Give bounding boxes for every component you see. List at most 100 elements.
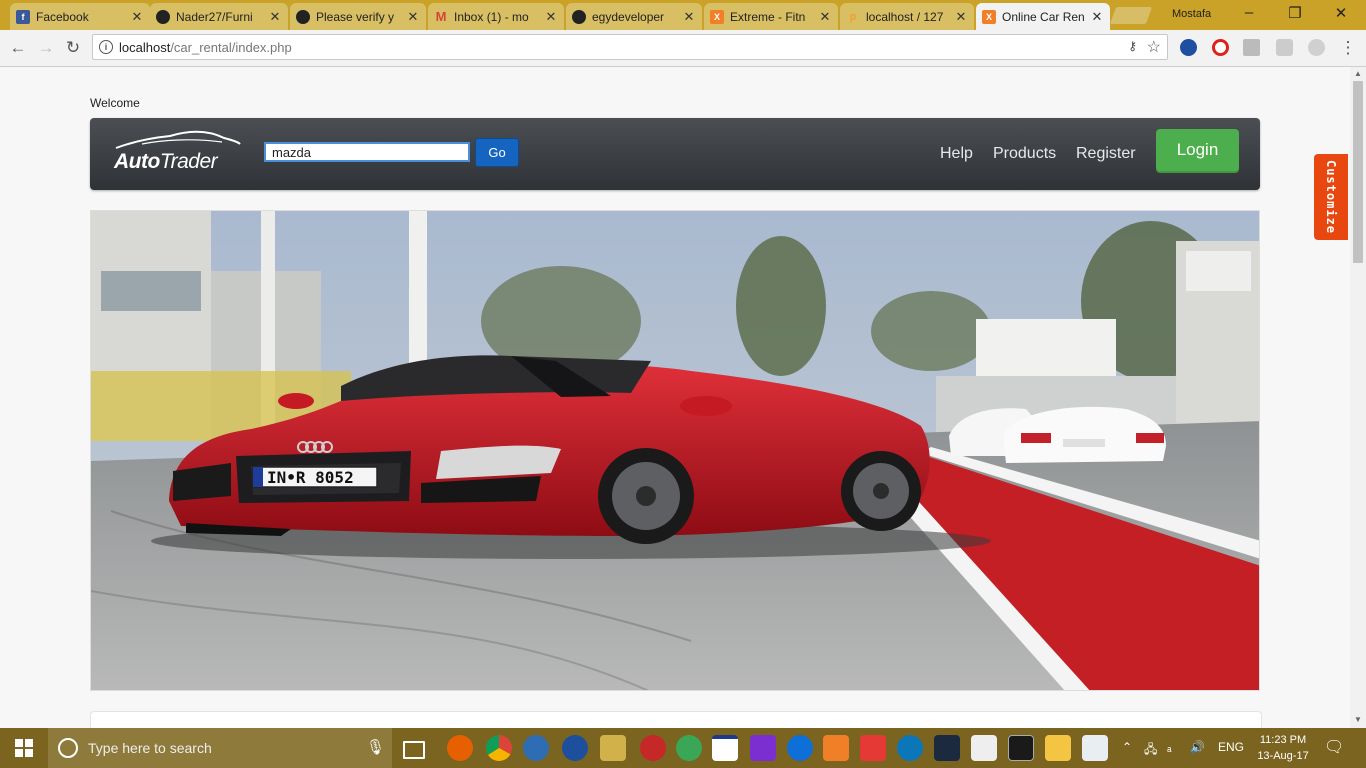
close-icon[interactable]: ✕	[544, 9, 558, 25]
logo-word-trader: Trader	[159, 150, 218, 173]
tab-github-egydeveloper[interactable]: egydeveloper ✕	[566, 3, 702, 30]
close-window-icon[interactable]: ✕	[1326, 4, 1356, 22]
photos-icon[interactable]	[1082, 735, 1108, 761]
customize-label: Customize	[1324, 159, 1338, 235]
tab-title: Inbox (1) - mo	[454, 9, 529, 24]
profile-name[interactable]: Mostafa	[1172, 8, 1211, 20]
url-path: /car_rental/index.php	[170, 40, 292, 55]
flower-extension-icon[interactable]	[1308, 39, 1325, 56]
search-input[interactable]	[264, 142, 470, 162]
microphone-icon[interactable]: 🎙	[366, 738, 385, 756]
tab-title: Online Car Ren	[1002, 9, 1085, 24]
browser-globe-icon[interactable]	[562, 735, 588, 761]
go-button[interactable]: Go	[475, 138, 519, 167]
app-cyan-icon[interactable]	[897, 735, 923, 761]
github-icon	[296, 9, 310, 24]
notifications-icon[interactable]: 🗨	[1324, 737, 1344, 757]
phpstorm-icon[interactable]	[750, 735, 776, 761]
browser-tab-strip: f Facebook ✕ Nader27/Furni ✕ Please veri…	[0, 0, 1366, 30]
taskbar-search-box[interactable]: Type here to search 🎙	[48, 728, 392, 768]
firefox-icon[interactable]	[447, 735, 473, 761]
address-bar[interactable]: i localhost/car_rental/index.php ⚷ ☆	[92, 34, 1168, 60]
customize-tab[interactable]: Customize	[1314, 154, 1348, 240]
nav-link-help[interactable]: Help	[940, 145, 973, 163]
tab-title: Facebook	[36, 9, 89, 24]
key-icon[interactable]: ⚷	[1128, 39, 1137, 53]
taskbar-clock[interactable]: 11:23 PM 13-Aug-17	[1254, 732, 1312, 764]
tray-chevron-icon[interactable]: ⌃	[1122, 740, 1132, 754]
tab-facebook[interactable]: f Facebook ✕	[10, 3, 150, 30]
close-icon[interactable]: ✕	[954, 9, 968, 25]
tab-github-nader27[interactable]: Nader27/Furni ✕	[150, 3, 288, 30]
minimize-icon[interactable]: –	[1234, 4, 1264, 21]
task-view-icon[interactable]	[403, 741, 425, 759]
teamviewer-icon[interactable]	[787, 735, 813, 761]
chrome-icon[interactable]	[486, 735, 512, 761]
cortana-icon	[58, 738, 78, 758]
windows-start-button[interactable]	[0, 728, 48, 768]
content-panel	[90, 711, 1262, 728]
nav-link-products[interactable]: Products	[993, 145, 1056, 163]
back-icon[interactable]: ←	[8, 38, 28, 58]
cube-extension-icon[interactable]	[1276, 39, 1293, 56]
close-icon[interactable]: ✕	[130, 9, 144, 25]
nav-link-register[interactable]: Register	[1076, 145, 1136, 163]
game-icon[interactable]	[934, 735, 960, 761]
tab-title: Nader27/Furni	[176, 9, 253, 24]
bookmark-star-icon[interactable]: ☆	[1147, 37, 1161, 57]
tab-extreme-fitness[interactable]: X Extreme - Fitn ✕	[704, 3, 838, 30]
browser-toolbar: ← → ↻ i localhost/car_rental/index.php ⚷…	[0, 30, 1366, 67]
window-app-icon[interactable]	[712, 735, 738, 761]
app-n-icon[interactable]	[860, 735, 886, 761]
welcome-text: Welcome	[90, 96, 140, 110]
scroll-down-icon[interactable]: ▼	[1350, 715, 1366, 724]
facebook-icon: f	[16, 9, 30, 24]
tools-icon[interactable]	[600, 735, 626, 761]
file-explorer-icon[interactable]	[1045, 735, 1071, 761]
tab-title: localhost / 127	[866, 9, 944, 24]
xampp-taskbar-icon[interactable]	[823, 735, 849, 761]
tab-title: Extreme - Fitn	[730, 9, 806, 24]
hero-car-image: IN•R 8052	[90, 210, 1260, 691]
close-icon[interactable]: ✕	[682, 9, 696, 25]
phpmyadmin-icon: p	[849, 10, 857, 23]
pdf-extension-icon[interactable]	[1243, 39, 1260, 56]
tab-title: egydeveloper	[592, 9, 665, 24]
ime-icon[interactable]: ₐ	[1167, 740, 1171, 754]
close-icon[interactable]: ✕	[1090, 9, 1104, 25]
close-icon[interactable]: ✕	[406, 9, 420, 25]
tab-online-car-rental[interactable]: X Online Car Ren ✕	[976, 3, 1110, 30]
info-icon[interactable]: i	[99, 40, 113, 54]
logo-text: AutoTrader	[114, 150, 218, 174]
android-studio-icon[interactable]	[676, 735, 702, 761]
yb-app-icon[interactable]	[971, 735, 997, 761]
url-text[interactable]: localhost/car_rental/index.php	[119, 40, 292, 55]
new-tab-button[interactable]	[1109, 7, 1153, 24]
clock-date: 13-Aug-17	[1257, 750, 1309, 762]
scrollbar-thumb[interactable]	[1353, 81, 1363, 263]
page-scrollbar[interactable]: ▲ ▼	[1350, 67, 1366, 728]
windows-logo-icon	[15, 739, 33, 757]
media-player-icon[interactable]	[523, 735, 549, 761]
restore-icon[interactable]: ❐	[1280, 4, 1310, 22]
tab-github-verify[interactable]: Please verify y ✕	[290, 3, 426, 30]
opera-icon[interactable]	[1212, 39, 1229, 56]
xampp-icon: X	[982, 9, 996, 24]
autotrader-logo[interactable]: AutoTrader	[112, 128, 242, 178]
reload-icon[interactable]: ↻	[63, 38, 83, 58]
close-icon[interactable]: ✕	[818, 9, 832, 25]
tab-phpmyadmin[interactable]: p localhost / 127 ✕	[840, 3, 974, 30]
close-icon[interactable]: ✕	[268, 9, 282, 25]
terminal-icon[interactable]	[1008, 735, 1034, 761]
login-button[interactable]: Login	[1156, 129, 1239, 173]
network-icon[interactable]: 🖧	[1144, 740, 1157, 761]
tab-title: Please verify y	[316, 9, 395, 24]
volume-icon[interactable]: 🔊	[1190, 740, 1205, 754]
forward-icon[interactable]: →	[36, 38, 56, 58]
extension-globe-icon[interactable]	[1180, 39, 1197, 56]
menu-icon[interactable]: ⋮	[1338, 38, 1358, 58]
tab-gmail-inbox[interactable]: M Inbox (1) - mo ✕	[428, 3, 564, 30]
app-red-icon[interactable]	[640, 735, 666, 761]
language-indicator[interactable]: ENG	[1218, 740, 1244, 754]
scroll-up-icon[interactable]: ▲	[1350, 69, 1366, 78]
